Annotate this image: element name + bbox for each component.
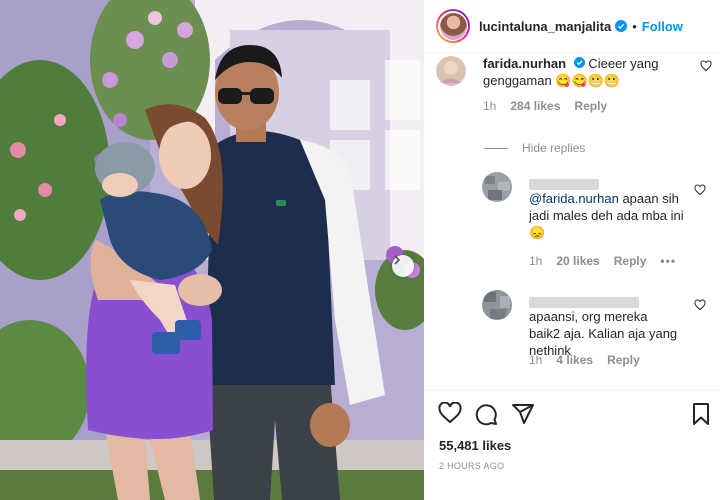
reply-avatar[interactable] [482, 290, 512, 320]
post-photo[interactable] [0, 0, 424, 500]
reply-mention[interactable]: @farida.nurhan [529, 191, 619, 206]
profile-avatar[interactable] [436, 9, 470, 43]
reply: apaansi, org mereka baik2 aja. Kalian aj… [482, 290, 718, 370]
comment-icon[interactable] [474, 402, 498, 431]
reply-reply-button[interactable]: Reply [614, 254, 647, 268]
comment-time: 1h [483, 99, 497, 113]
like-reply-heart-icon[interactable] [694, 298, 706, 316]
photo-illustration [0, 0, 424, 500]
comment-likes[interactable]: 284 likes [510, 99, 560, 113]
post-likes-count[interactable]: 55,481 likes [439, 438, 511, 453]
comment-avatar[interactable] [436, 56, 466, 86]
reply-time: 1h [529, 254, 543, 268]
comment: farida.nurhan Cieeer yang genggaman 😋😋😬😬… [436, 56, 718, 118]
reply-time: 1h [529, 353, 543, 367]
reply-emoji: 😞 [529, 225, 546, 240]
action-bar [438, 401, 718, 429]
reply-reply-button[interactable]: Reply [607, 353, 640, 367]
heart-icon[interactable] [438, 401, 462, 429]
reply-likes[interactable]: 20 likes [556, 254, 599, 268]
hide-replies-label: Hide replies [522, 141, 586, 155]
bookmark-icon[interactable] [690, 402, 712, 431]
reply-likes[interactable]: 4 likes [556, 353, 593, 367]
separator-dot: • [632, 18, 637, 34]
reply-avatar[interactable] [482, 172, 512, 202]
reply-text: apaansi, org mereka baik2 aja. Kalian aj… [529, 309, 678, 358]
actions-divider [424, 390, 720, 391]
header-divider [424, 52, 720, 53]
share-icon[interactable] [511, 402, 535, 431]
like-reply-heart-icon[interactable] [694, 183, 706, 201]
blurred-username [529, 297, 639, 309]
comment-emojis: 😋😋😬😬 [555, 73, 621, 88]
comment-reply-button[interactable]: Reply [574, 99, 607, 113]
post-timestamp: 2 HOURS AGO [439, 461, 505, 471]
reply: @farida.nurhan apaan sih jadi males deh … [482, 172, 718, 272]
next-image-button[interactable] [392, 255, 414, 277]
verified-badge-icon [615, 20, 628, 32]
follow-button[interactable]: Follow [642, 19, 683, 34]
post-header: lucintaluna_manjalita • Follow [424, 0, 720, 52]
next-arrow-icon [394, 255, 401, 265]
more-icon[interactable]: ••• [660, 254, 676, 268]
post-panel: lucintaluna_manjalita • Follow farida.nu… [424, 0, 720, 500]
hide-replies-button[interactable]: Hide replies [484, 141, 585, 155]
post-username[interactable]: lucintaluna_manjalita [479, 19, 611, 34]
blurred-username [529, 179, 599, 191]
comment-username[interactable]: farida.nurhan [483, 56, 566, 71]
like-comment-heart-icon[interactable] [700, 59, 712, 77]
verified-badge-icon [573, 57, 585, 68]
